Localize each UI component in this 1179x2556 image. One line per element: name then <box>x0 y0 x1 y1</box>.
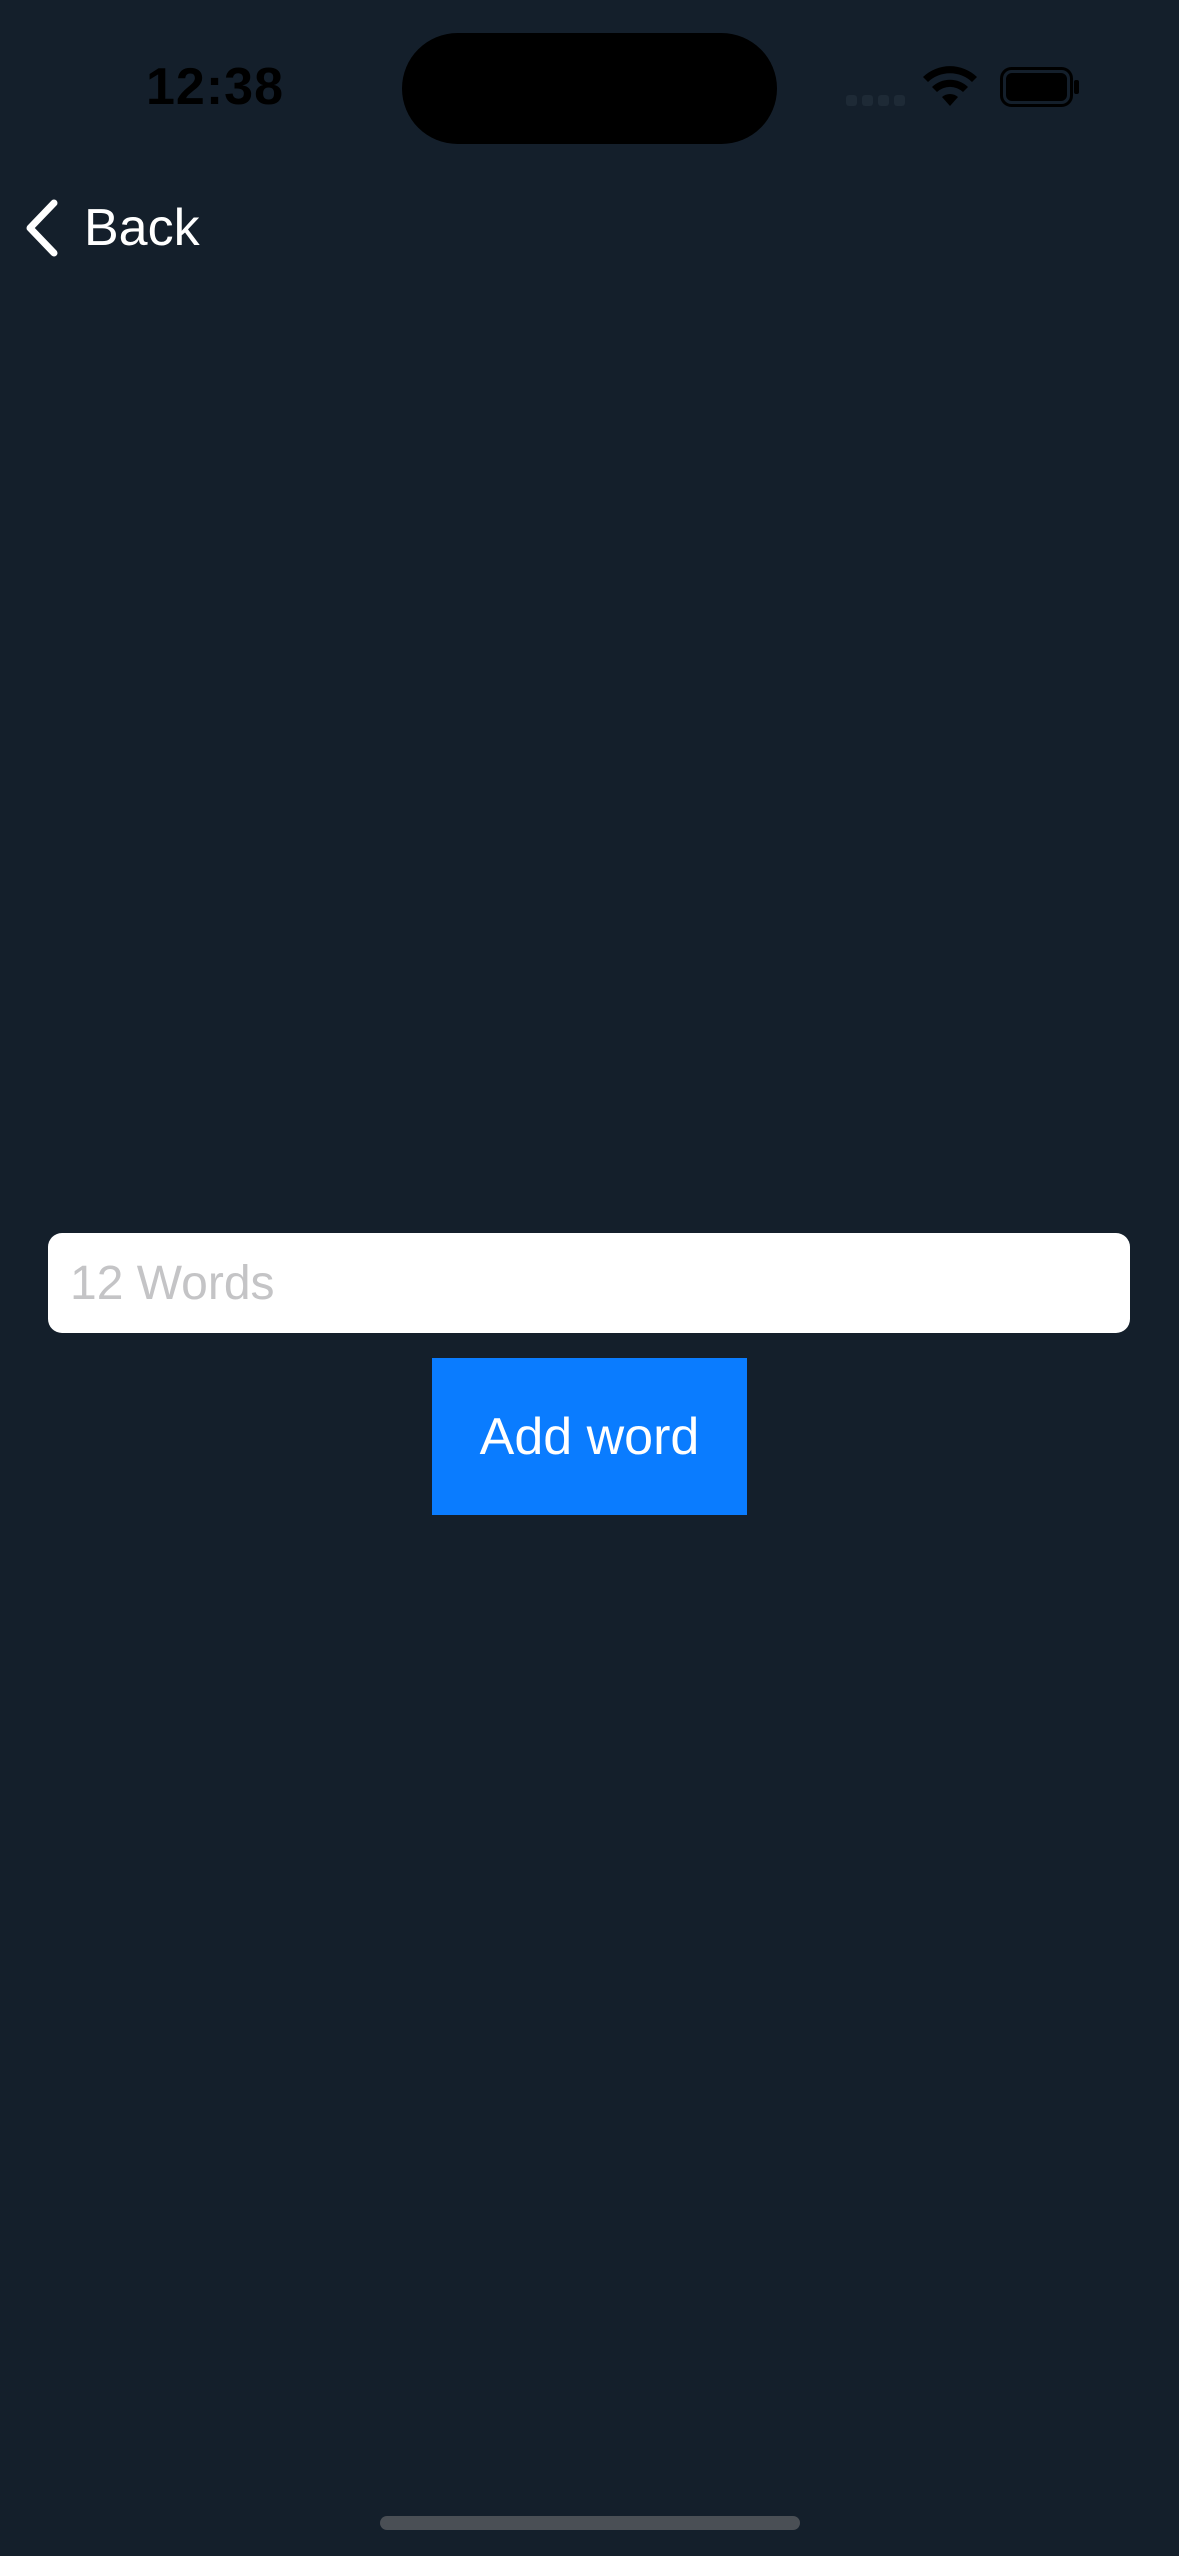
add-word-button[interactable]: Add word <box>432 1358 747 1515</box>
dynamic-island <box>402 33 777 144</box>
status-time: 12:38 <box>146 58 284 116</box>
wifi-icon <box>923 66 977 106</box>
back-label: Back <box>84 199 200 257</box>
home-indicator[interactable] <box>380 2516 800 2530</box>
signal-icon <box>846 90 906 106</box>
chevron-left-icon <box>26 199 58 257</box>
word-input[interactable] <box>48 1233 1130 1333</box>
add-word-screen: 12:38 Back Add word <box>0 0 1179 2556</box>
battery-icon <box>1000 67 1079 107</box>
back-button[interactable]: Back <box>22 190 200 266</box>
